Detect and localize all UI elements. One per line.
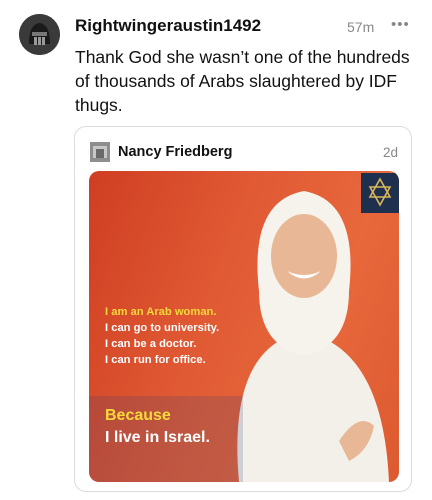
promo-line-1: I am an Arab woman. [105,306,217,318]
post-timestamp: 57m [347,19,375,35]
quoted-post-image[interactable]: I am an Arab woman. I can go to universi… [89,171,399,482]
profile-image-icon [90,142,110,162]
star-of-david-icon [368,177,392,207]
promo-line-4: I can run for office. [105,354,206,366]
quoted-post-card[interactable]: Nancy Friedberg 2d I am an Arab woman. I… [74,126,412,492]
post-text: Thank God she wasn’t one of the hundreds… [75,47,410,115]
quoted-timestamp: 2d [382,145,398,160]
quoted-username[interactable]: Nancy Friedberg [118,144,232,160]
promo-because: Because [105,407,171,424]
helmet-avatar-icon [19,14,60,55]
username[interactable]: Rightwingeraustin1492 [75,16,261,36]
quoted-user-avatar[interactable] [90,142,110,162]
more-options-icon[interactable]: ••• [391,16,410,33]
promo-line-2: I can go to university. [105,322,220,334]
promo-line-3: I can be a doctor. [105,338,197,350]
avatar[interactable] [19,14,60,55]
magen-david-logo [361,173,399,213]
promo-live-in-israel: I live in Israel. [105,429,210,446]
promo-text-block: I am an Arab woman. I can go to universi… [105,304,219,368]
